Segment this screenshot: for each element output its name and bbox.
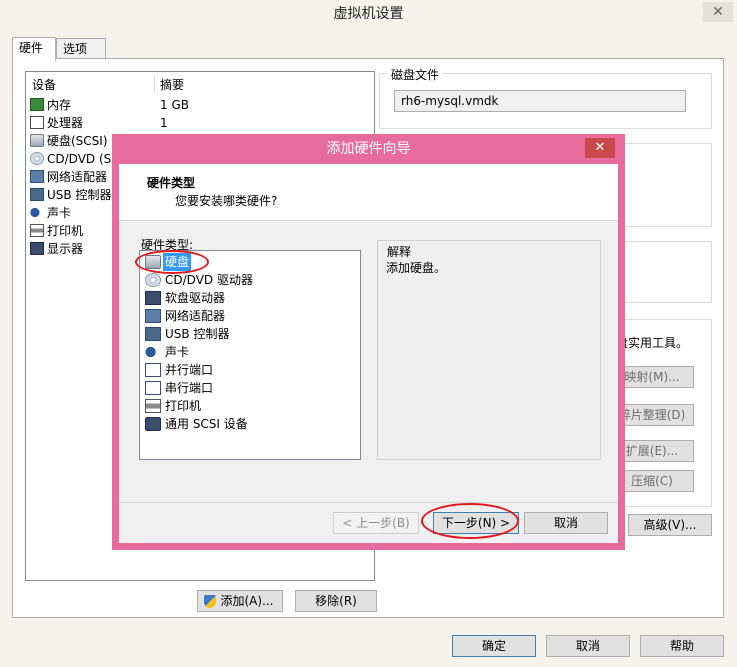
annotation-circle-hard-disk [135,250,209,274]
add-hardware-button[interactable]: 添加(A)... [197,590,283,612]
device-name: 显示器 [47,242,84,256]
printer-icon [30,224,44,237]
advanced-button[interactable]: 高级(V)... [628,514,712,536]
annotation-circle-next [421,503,519,539]
hw-item-label: 网络适配器 [165,309,226,323]
hw-item-printer[interactable]: 打印机 [145,397,355,415]
device-name: USB 控制器 [47,188,112,202]
dialog-title: 添加硬件向导 [326,141,411,157]
hw-item-label: 软盘驱动器 [165,291,226,305]
hw-item-label: 通用 SCSI 设备 [165,417,248,431]
hw-item-floppy[interactable]: 软盘驱动器 [145,289,355,307]
device-name: 内存 [47,98,72,112]
hw-item-label: 并行端口 [165,363,214,377]
window-title: 虚拟机设置 [333,6,404,22]
summary-column-header[interactable]: 摘要 [160,76,184,94]
parallel-port-icon [145,363,161,377]
hw-item-serial-port[interactable]: 串行端口 [145,379,355,397]
dialog-header: 硬件类型 您要安装哪类硬件? [119,164,618,221]
hard-disk-icon [30,134,44,147]
tab-options[interactable]: 选项 [56,38,106,60]
network-adapter-icon [145,309,161,323]
add-button-label: 添加(A)... [220,594,274,608]
remove-hardware-button[interactable]: 移除(R) [295,590,377,612]
device-row-processor[interactable]: 处理器 1 [30,114,370,132]
hardware-type-list[interactable]: 硬盘 CD/DVD 驱动器 软盘驱动器 网络适配器 USB 控制器 声卡 并行端… [139,250,361,460]
device-summary: 1 GB [160,98,189,112]
disk-file-field: rh6-mysql.vmdk [394,90,686,112]
cd-dvd-icon [30,152,44,165]
header-subtitle: 您要安装哪类硬件? [175,194,278,208]
processor-icon [30,116,44,129]
hw-item-sound[interactable]: 声卡 [145,343,355,361]
back-button[interactable]: < 上一步(B) [333,512,419,534]
close-icon: ✕ [594,140,606,155]
ok-button[interactable]: 确定 [452,635,536,657]
device-name: CD/DVD (SA [47,152,120,166]
device-summary: 1 [160,116,168,130]
tab-hardware[interactable]: 硬件 [12,37,56,61]
header-title: 硬件类型 [147,176,196,190]
device-name: 处理器 [47,116,84,130]
hw-item-network[interactable]: 网络适配器 [145,307,355,325]
device-row-memory[interactable]: 内存 1 GB [30,96,370,114]
dialog-close-button[interactable]: ✕ [585,138,615,158]
disk-file-label: 磁盘文件 [388,66,443,83]
device-name: 打印机 [47,224,84,238]
printer-icon [145,399,161,413]
memory-icon [30,98,44,111]
hw-item-label: 打印机 [165,399,202,413]
scsi-device-icon [145,417,161,431]
cancel-button[interactable]: 取消 [546,635,630,657]
window-close-button[interactable]: ✕ [703,2,733,22]
usb-icon [145,327,161,341]
hw-item-label: 声卡 [165,345,190,359]
explanation-text: 添加硬盘。 [386,261,447,275]
add-hardware-wizard-dialog: 添加硬件向导 ✕ 硬件类型 您要安装哪类硬件? 硬件类型: 硬盘 CD/DVD … [112,134,625,550]
uac-shield-icon [204,595,216,608]
device-name: 声卡 [47,206,72,220]
help-button[interactable]: 帮助 [640,635,724,657]
dialog-body: 硬件类型 您要安装哪类硬件? 硬件类型: 硬盘 CD/DVD 驱动器 软盘驱动器… [119,164,618,543]
network-adapter-icon [30,170,44,183]
display-icon [30,242,44,255]
explanation-label: 解释 [387,245,412,259]
floppy-icon [145,291,161,305]
cd-dvd-icon [145,273,161,287]
sound-card-icon [145,345,161,359]
hw-item-parallel-port[interactable]: 并行端口 [145,361,355,379]
sound-card-icon [30,206,44,219]
disk-file-group: 磁盘文件 rh6-mysql.vmdk [379,66,712,129]
utilities-description: 盘实用工具。 [616,336,689,350]
dialog-divider [119,502,618,503]
hw-item-scsi[interactable]: 通用 SCSI 设备 [145,415,355,433]
hw-item-usb[interactable]: USB 控制器 [145,325,355,343]
device-name: 硬盘(SCSI) [47,134,108,148]
hw-item-label: 串行端口 [165,381,214,395]
usb-icon [30,188,44,201]
hw-item-label: USB 控制器 [165,327,230,341]
device-name: 网络适配器 [47,170,108,184]
close-icon: ✕ [712,4,724,20]
column-divider[interactable] [154,74,155,94]
serial-port-icon [145,381,161,395]
device-column-header[interactable]: 设备 [32,76,56,94]
explanation-box: 解释 添加硬盘。 [377,240,601,460]
dialog-cancel-button[interactable]: 取消 [524,512,608,534]
